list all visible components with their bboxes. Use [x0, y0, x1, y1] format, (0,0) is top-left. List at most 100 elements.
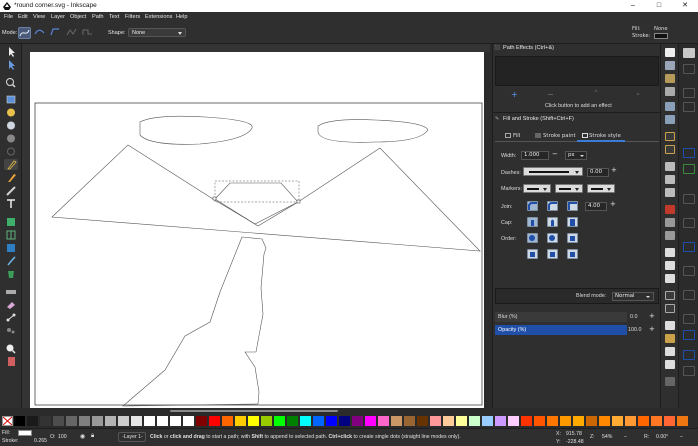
menu-file[interactable]: File [4, 14, 13, 20]
export-icon[interactable] [665, 115, 675, 124]
palette-swatch[interactable] [287, 416, 298, 426]
palette-swatch[interactable] [274, 416, 285, 426]
palette-swatch[interactable] [625, 416, 636, 426]
unlink-clone-icon[interactable] [665, 274, 675, 283]
snap-bbox-corner-icon[interactable] [683, 102, 695, 112]
snap-bbox-edge-icon[interactable] [683, 88, 695, 98]
tool-spiral[interactable] [4, 133, 18, 144]
rotation-decrement[interactable]: – [680, 434, 683, 440]
status-fill-swatch[interactable] [18, 430, 32, 436]
palette-swatch[interactable] [651, 416, 662, 426]
preferences-icon[interactable] [665, 377, 675, 386]
snap-midpoint-icon[interactable] [683, 242, 695, 252]
palette-swatch[interactable] [495, 416, 506, 426]
move-down-icon[interactable]: ⌄ [635, 89, 641, 97]
palette-swatch[interactable] [378, 416, 389, 426]
minimize-button[interactable]: – [620, 0, 646, 12]
vertical-scrollbar[interactable] [484, 52, 490, 408]
palette-swatch[interactable] [664, 416, 675, 426]
cap-square-button[interactable] [567, 217, 578, 227]
rotation-value[interactable]: 0.00° [656, 434, 668, 440]
menu-view[interactable]: View [33, 14, 45, 20]
cap-round-button[interactable] [547, 217, 558, 227]
snap-rotation-icon[interactable] [683, 290, 695, 300]
palette-swatch[interactable] [391, 416, 402, 426]
menu-extensions[interactable]: Extensions [145, 14, 172, 20]
blend-mode-select[interactable]: Normal [612, 292, 654, 301]
undo-icon[interactable] [665, 132, 675, 141]
save-icon[interactable] [665, 74, 675, 83]
dash-offset-input[interactable]: 0.00 [587, 168, 609, 177]
menu-layer[interactable]: Layer [51, 14, 65, 20]
palette-swatch[interactable] [326, 416, 337, 426]
palette-swatch[interactable] [40, 416, 51, 426]
palette-swatch[interactable] [456, 416, 467, 426]
tool-pen[interactable] [4, 159, 18, 170]
tool-tweak[interactable] [4, 286, 18, 297]
clone-icon[interactable] [665, 261, 675, 270]
print-icon[interactable] [665, 87, 675, 96]
join-miter-button[interactable] [567, 201, 578, 211]
horizontal-ruler[interactable] [22, 44, 490, 52]
cloud-shape-left[interactable] [139, 115, 253, 145]
miter-limit-increment[interactable]: + [610, 200, 616, 208]
maximize-button[interactable]: □ [646, 0, 672, 12]
shape-select[interactable]: None [128, 28, 186, 37]
fill-stroke-dialog-icon[interactable] [665, 321, 675, 330]
palette-swatch[interactable] [118, 416, 129, 426]
mode-paraxial-button[interactable] [82, 27, 95, 39]
palette-swatch[interactable] [27, 416, 38, 426]
palette-swatch[interactable] [404, 416, 415, 426]
end-marker-select[interactable] [587, 184, 615, 193]
zoom-page-icon[interactable] [665, 231, 675, 240]
tool-spray[interactable] [4, 216, 18, 227]
blur-slider[interactable]: Blur (%) [495, 312, 627, 322]
tool-pencil[interactable] [4, 172, 18, 183]
palette-swatch[interactable] [612, 416, 623, 426]
palette-swatch[interactable] [79, 416, 90, 426]
palette-swatch[interactable] [365, 416, 376, 426]
tool-rectangle[interactable] [4, 94, 18, 105]
path-effects-title[interactable]: Path Effects (Ctrl+&) [503, 45, 554, 51]
width-unit-select[interactable]: px [565, 151, 587, 160]
palette-swatch[interactable] [66, 416, 77, 426]
snap-bbox-icon[interactable] [683, 64, 695, 74]
mode-zigzag-button[interactable] [66, 27, 79, 39]
align-distribute-icon[interactable] [665, 360, 675, 369]
snap-paths-icon[interactable] [683, 164, 695, 174]
xml-editor-icon[interactable] [665, 347, 675, 356]
node-handle-right[interactable] [296, 199, 301, 204]
palette-swatch[interactable] [599, 416, 610, 426]
snap-cusp-icon[interactable] [683, 218, 695, 228]
tool-zoom-2[interactable] [4, 343, 18, 354]
effects-list[interactable] [495, 56, 659, 86]
order-normal-button[interactable] [527, 233, 538, 243]
tool-zoom[interactable] [4, 77, 18, 88]
menu-help[interactable]: Help [176, 14, 188, 20]
dashes-select[interactable] [523, 167, 583, 176]
tool-dropper[interactable] [4, 255, 18, 266]
blur-increment[interactable]: + [649, 312, 655, 320]
palette-none-swatch[interactable] [2, 416, 13, 426]
style-indicator[interactable]: Fill: None Stroke: [632, 23, 670, 44]
eye-icon[interactable]: ◉ [80, 433, 85, 440]
menu-text[interactable]: Text [109, 14, 119, 20]
text-font-dialog-icon[interactable] [665, 334, 675, 343]
menu-path[interactable]: Path [92, 14, 104, 20]
order-stroke-markers-button[interactable] [547, 249, 558, 259]
palette-swatch[interactable] [261, 416, 272, 426]
tool-selector[interactable] [4, 46, 18, 57]
menu-edit[interactable]: Edit [18, 14, 28, 20]
snap-nodes-icon[interactable] [683, 148, 695, 158]
opacity-slider[interactable]: Opacity (%) [495, 325, 627, 335]
palette-swatch[interactable] [144, 416, 155, 426]
add-effect-icon[interactable]: + [511, 90, 518, 99]
order-markers-stroke-button[interactable] [567, 249, 578, 259]
remove-effect-icon[interactable]: − [547, 90, 554, 99]
snap-toggle-icon[interactable] [683, 48, 695, 58]
palette-swatch[interactable] [352, 416, 363, 426]
drawing-canvas[interactable] [30, 52, 490, 408]
new-document-icon[interactable] [665, 48, 675, 57]
zoom-selection-icon[interactable] [665, 205, 675, 214]
zoom-decrement[interactable]: – [624, 434, 627, 440]
